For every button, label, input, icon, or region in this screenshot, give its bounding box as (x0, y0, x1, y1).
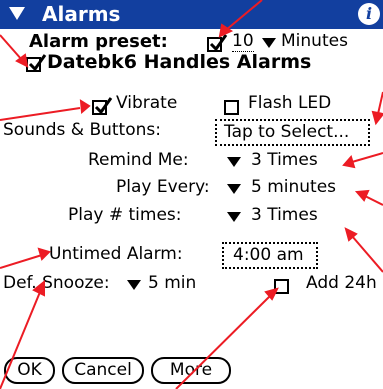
checkmark-icon (28, 54, 47, 72)
callout-line-vibrate (0, 99, 91, 121)
checkmark-icon (94, 97, 113, 115)
play-every-value[interactable]: 5 minutes (251, 177, 336, 197)
handles-alarms-checkbox[interactable] (26, 54, 47, 72)
remind-me-label: Remind Me: (88, 150, 189, 170)
alarm-preset-value[interactable]: 10 (232, 31, 254, 52)
alarm-preset-unit[interactable]: Minutes (281, 31, 348, 51)
cancel-button[interactable]: Cancel (62, 357, 144, 384)
flash-led-label[interactable]: Flash LED (248, 93, 331, 113)
untimed-alarm-select[interactable]: 4:00 am (222, 242, 318, 269)
title-bar: Alarms i (0, 0, 383, 29)
callout-line-play-times (344, 227, 383, 273)
remind-me-dropdown[interactable] (227, 155, 241, 174)
dropdown-arrow-icon (227, 157, 241, 167)
info-icon[interactable]: i (358, 3, 380, 25)
dropdown-arrow-icon (227, 184, 241, 194)
untimed-alarm-value: 4:00 am (233, 245, 304, 265)
flash-led-checkbox[interactable] (224, 100, 239, 115)
play-every-dropdown[interactable] (227, 182, 241, 201)
checkmark-icon (209, 34, 228, 52)
def-snooze-value[interactable]: 5 min (148, 273, 196, 293)
menu-triangle-icon[interactable] (9, 7, 25, 20)
callout-line-handles-alarms (0, 34, 29, 68)
callout-line-remind-me (342, 152, 383, 169)
add-24h-checkbox[interactable] (274, 279, 289, 294)
sounds-buttons-label: Sounds & Buttons: (3, 120, 161, 140)
alarm-preset-label: Alarm preset: (29, 31, 168, 52)
untimed-alarm-label: Untimed Alarm: (49, 244, 183, 264)
callout-line-sounds-select (371, 91, 383, 126)
dropdown-arrow-icon (227, 212, 241, 222)
callout-line-play-every (354, 189, 383, 206)
def-snooze-label: Def. Snooze: (3, 273, 110, 293)
callout-line-untimed-alarm (0, 247, 51, 269)
add-24h-label[interactable]: Add 24h (306, 273, 377, 293)
alarm-preset-checkbox[interactable] (207, 34, 228, 52)
vibrate-label[interactable]: Vibrate (116, 93, 177, 113)
play-every-label: Play Every: (116, 177, 210, 197)
play-times-label: Play # times: (68, 205, 182, 225)
handles-alarms-label[interactable]: Datebk6 Handles Alarms (47, 51, 311, 73)
more-button[interactable]: More (151, 357, 231, 384)
dropdown-arrow-icon (127, 280, 141, 290)
dropdown-arrow-icon (262, 38, 276, 48)
sounds-select-button[interactable]: Tap to Select... (215, 119, 370, 146)
play-times-dropdown[interactable] (227, 210, 241, 229)
vibrate-checkbox[interactable] (92, 97, 113, 115)
sounds-select-label: Tap to Select... (224, 122, 350, 142)
play-times-value[interactable]: 3 Times (251, 205, 318, 225)
page-title: Alarms (42, 2, 121, 26)
def-snooze-dropdown[interactable] (127, 278, 141, 297)
remind-me-value[interactable]: 3 Times (251, 150, 318, 170)
ok-button[interactable]: OK (4, 357, 55, 384)
